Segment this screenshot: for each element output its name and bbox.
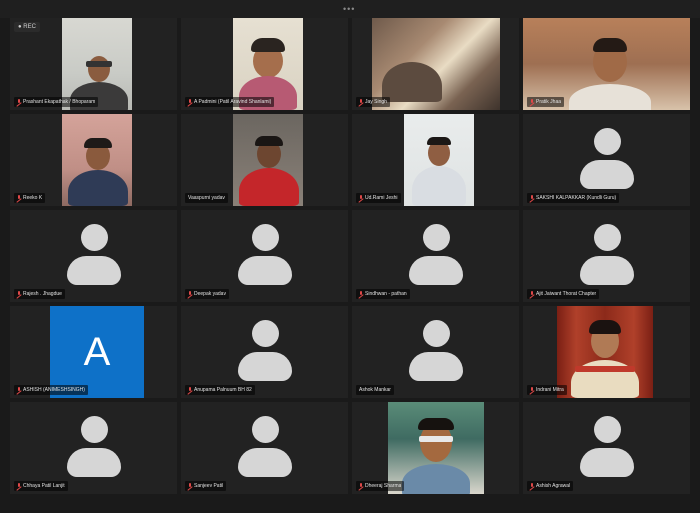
default-avatar-icon	[408, 320, 463, 382]
participant-name: Anupama Palnuum BH 82	[194, 387, 252, 393]
muted-mic-icon	[188, 291, 192, 297]
participant-tile[interactable]: Ashok Mankar	[352, 306, 519, 398]
participant-name: Reeko K	[23, 195, 43, 201]
participant-name: Pratik Jhaa	[536, 99, 562, 105]
participant-tile[interactable]: A Padmini (Patil Aravind Shanlami)	[181, 18, 348, 110]
video-feed	[62, 114, 132, 206]
muted-mic-icon	[359, 99, 363, 105]
title-bar: •••	[0, 0, 700, 18]
participant-name: Sanjeev Patil	[194, 483, 224, 489]
participant-tile[interactable]: Deepak yadav	[181, 210, 348, 302]
participant-name: Deepak yadav	[194, 291, 226, 297]
participant-tile[interactable]: Pratik Jhaa	[523, 18, 690, 110]
video-feed	[557, 306, 653, 398]
participant-tile[interactable]: Sanjeev Patil	[181, 402, 348, 494]
participant-name: A Padmini (Patil Aravind Shanlami)	[194, 99, 272, 105]
participant-tile[interactable]: Ashish Agrawal	[523, 402, 690, 494]
muted-mic-icon	[530, 387, 534, 393]
video-feed	[233, 114, 303, 206]
participant-tile[interactable]: Rajesh . Jhagdue	[10, 210, 177, 302]
participant-name: Ashish Agrawal	[536, 483, 571, 489]
participant-name: Vaaspurni yadav	[188, 195, 225, 201]
muted-mic-icon	[530, 291, 534, 297]
default-avatar-icon	[579, 416, 634, 478]
muted-mic-icon	[17, 387, 21, 393]
participant-tile[interactable]: Reeko K	[10, 114, 177, 206]
participant-name: Jay Singh	[365, 99, 387, 105]
muted-mic-icon	[188, 99, 192, 105]
muted-mic-icon	[17, 99, 21, 105]
video-feed	[372, 18, 500, 110]
menu-dots-icon[interactable]: •••	[343, 5, 355, 14]
participant-name: Chhaya Patil Lanjit	[23, 483, 65, 489]
avatar-initial: A	[83, 329, 111, 374]
recording-badge: ● REC	[14, 22, 40, 32]
participant-tile[interactable]: Anupama Palnuum BH 82	[181, 306, 348, 398]
default-avatar-icon	[66, 416, 121, 478]
participant-name: Ashok Mankar	[359, 387, 391, 393]
participant-tile[interactable]: Chhaya Patil Lanjit	[10, 402, 177, 494]
muted-mic-icon	[359, 483, 363, 489]
participant-name: Sindhwan - pathan	[365, 291, 407, 297]
default-avatar-icon	[237, 416, 292, 478]
participant-grid: Prashant Ekapathak / Bhoparam A Padmini …	[10, 18, 694, 498]
participant-tile[interactable]: Dheeraj Sharma	[352, 402, 519, 494]
muted-mic-icon	[359, 195, 363, 201]
participant-tile[interactable]: Ajit Jaiwant Thorat Chapter	[523, 210, 690, 302]
participant-name: Rajesh . Jhagdue	[23, 291, 62, 297]
participant-tile[interactable]: Vaaspurni yadav	[181, 114, 348, 206]
video-feed	[404, 114, 474, 206]
participant-name: Ud.Rami Jeshi	[365, 195, 398, 201]
participant-name: Prashant Ekapathak / Bhoparam	[23, 99, 96, 105]
default-avatar-icon	[579, 128, 634, 190]
participant-name: Ajit Jaiwant Thorat Chapter	[536, 291, 597, 297]
default-avatar-icon	[579, 224, 634, 286]
participant-name: SAKSHI KALPAKKAR (Kundli Guru)	[536, 195, 617, 201]
muted-mic-icon	[188, 483, 192, 489]
muted-mic-icon	[530, 195, 534, 201]
default-avatar-icon	[66, 224, 121, 286]
muted-mic-icon	[17, 291, 21, 297]
muted-mic-icon	[188, 387, 192, 393]
participant-tile[interactable]: Jay Singh	[352, 18, 519, 110]
default-avatar-icon	[237, 224, 292, 286]
muted-mic-icon	[530, 483, 534, 489]
participant-tile[interactable]: Sindhwan - pathan	[352, 210, 519, 302]
default-avatar-icon	[408, 224, 463, 286]
participant-name: Dheeraj Sharma	[365, 483, 402, 489]
default-avatar-icon	[237, 320, 292, 382]
muted-mic-icon	[17, 195, 21, 201]
participant-name: ASHISH (ANIMESHSINGH)	[23, 387, 85, 393]
participant-name: Indrani Mitra	[536, 387, 564, 393]
muted-mic-icon	[359, 291, 363, 297]
participant-tile[interactable]: Ud.Rami Jeshi	[352, 114, 519, 206]
participant-tile[interactable]: A ASHISH (ANIMESHSINGH)	[10, 306, 177, 398]
participant-tile[interactable]: Indrani Mitra	[523, 306, 690, 398]
participant-tile[interactable]: SAKSHI KALPAKKAR (Kundli Guru)	[523, 114, 690, 206]
muted-mic-icon	[530, 99, 534, 105]
muted-mic-icon	[17, 483, 21, 489]
